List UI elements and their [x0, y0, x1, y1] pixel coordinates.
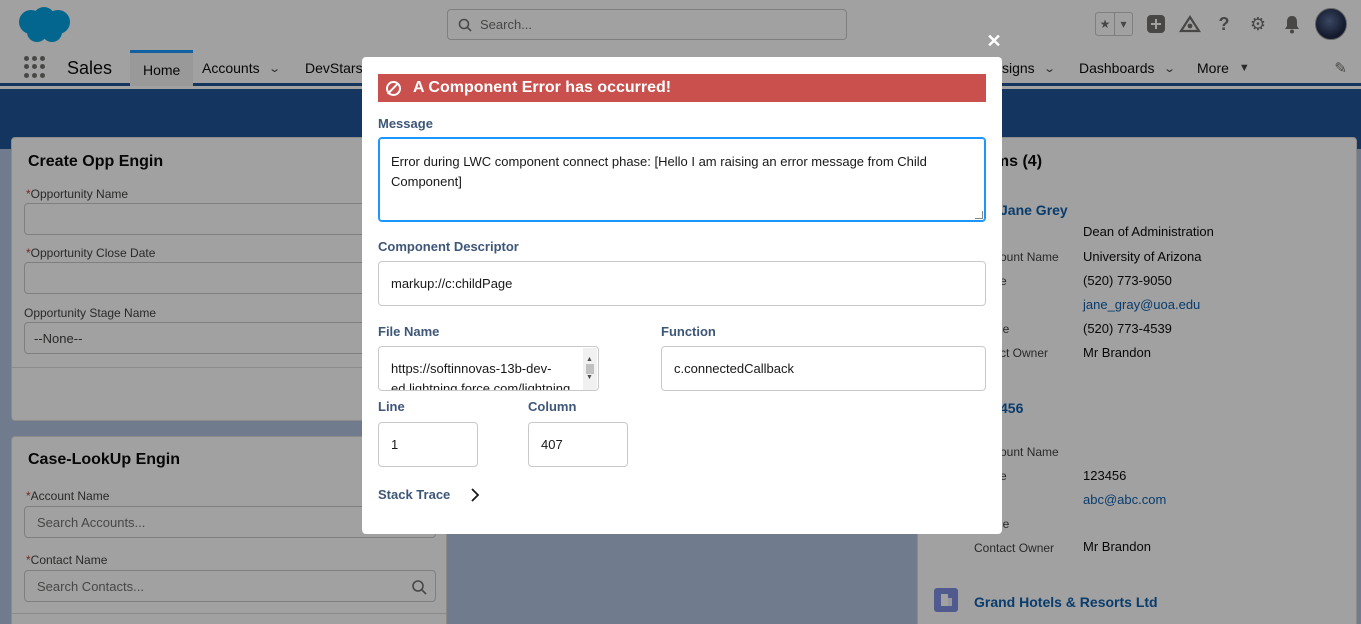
line-value: 1	[391, 437, 399, 452]
function-field[interactable]: c.connectedCallback	[661, 346, 986, 391]
error-icon	[386, 80, 401, 96]
column-field[interactable]: 407	[528, 422, 628, 467]
line-field[interactable]: 1	[378, 422, 478, 467]
column-value: 407	[541, 437, 563, 452]
close-icon[interactable]: ✕	[984, 30, 1004, 52]
component-descriptor-value: markup://c:childPage	[391, 276, 513, 291]
function-label: Function	[661, 324, 716, 339]
chevron-right-icon[interactable]	[470, 487, 480, 502]
scrollbar[interactable]: ▲ ▼	[583, 348, 597, 390]
file-name-label: File Name	[378, 324, 440, 339]
stack-trace-toggle[interactable]: Stack Trace	[378, 487, 480, 502]
error-banner-title: A Component Error has occurred!	[413, 79, 672, 96]
message-label: Message	[378, 116, 433, 131]
scroll-down-icon[interactable]: ▼	[586, 368, 593, 388]
column-label: Column	[528, 399, 577, 414]
function-value: c.connectedCallback	[674, 361, 794, 376]
line-label: Line	[378, 399, 405, 414]
resize-handle[interactable]	[975, 211, 983, 219]
message-text: Error during LWC component connect phase…	[391, 154, 927, 189]
component-descriptor-label: Component Descriptor	[378, 239, 519, 254]
error-banner: A Component Error has occurred!	[378, 74, 986, 102]
error-modal: A Component Error has occurred! Message …	[362, 57, 1002, 534]
message-textarea[interactable]: Error during LWC component connect phase…	[378, 137, 986, 222]
file-name-value: https://softinnovas-13b-dev-ed.lightning…	[391, 361, 571, 391]
component-descriptor-field[interactable]: markup://c:childPage	[378, 261, 986, 306]
stack-trace-label: Stack Trace	[378, 487, 451, 502]
file-name-textarea[interactable]: https://softinnovas-13b-dev-ed.lightning…	[378, 346, 599, 391]
